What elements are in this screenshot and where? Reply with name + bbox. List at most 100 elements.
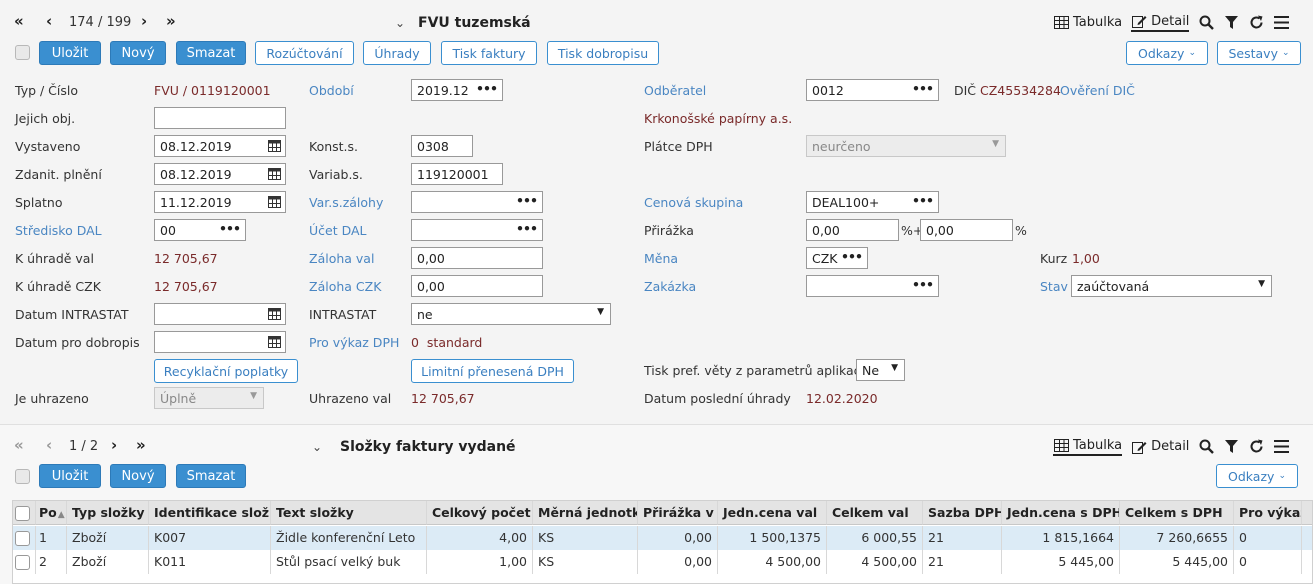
vystaveno-date-field[interactable]: 08.12.2019 [154, 135, 286, 157]
calendar-icon[interactable] [268, 167, 281, 183]
save-button[interactable]: Uložit [39, 41, 101, 65]
sub-next-button[interactable]: › [111, 438, 117, 453]
refresh-icon[interactable] [1248, 15, 1264, 31]
zakazka-field[interactable]: ••• [806, 275, 939, 297]
collapse-chevron-icon[interactable]: ⌄ [395, 16, 405, 30]
last-record-button[interactable]: » [166, 14, 176, 29]
zakazka-label[interactable]: Zakázka [644, 279, 696, 294]
tisk-dobropisu-button[interactable]: Tisk dobropisu [547, 41, 659, 65]
stredisko-field[interactable]: 00 ••• [154, 219, 246, 241]
pro-vykaz-label[interactable]: Pro výkaz DPH [309, 335, 399, 350]
recyklacni-poplatky-button[interactable]: Recyklační poplatky [154, 359, 298, 383]
prirazka-amount-input[interactable]: 0,00 [920, 219, 1013, 241]
sub-save-button[interactable]: Uložit [39, 464, 101, 488]
column-header-jedn-cena-dph[interactable]: Jedn.cena s DPH [1002, 501, 1120, 525]
view-table-tab[interactable]: Tabulka [1053, 15, 1122, 31]
table-row[interactable]: 1 Zboží K007 Židle konferenční Leto 4,00… [13, 526, 1312, 550]
more-icon[interactable]: ••• [219, 221, 241, 236]
var-zalohy-label[interactable]: Var.s.zálohy [309, 195, 383, 210]
more-icon[interactable]: ••• [516, 221, 538, 236]
prirazka-percent-input[interactable]: 0,00 [806, 219, 899, 241]
sub-collapse-chevron-icon[interactable]: ⌄ [312, 440, 322, 454]
search-icon[interactable] [1198, 439, 1214, 455]
column-header-sazba[interactable]: Sazba DPH [923, 501, 1002, 525]
ucet-dal-field[interactable]: ••• [411, 219, 543, 241]
calendar-icon[interactable] [268, 307, 281, 323]
limitni-dph-button[interactable]: Limitní přenesená DPH [411, 359, 574, 383]
previous-record-button[interactable]: ‹ [46, 14, 52, 29]
zaloha-czk-input[interactable]: 0,00 [411, 275, 543, 297]
column-header-celkem-dph[interactable]: Celkem s DPH [1120, 501, 1234, 525]
obdobi-field[interactable]: 2019.12 ••• [411, 79, 503, 101]
calendar-icon[interactable] [268, 335, 281, 351]
stav-label[interactable]: Stav [1040, 279, 1068, 294]
sub-first-button[interactable]: « [14, 438, 24, 453]
more-icon[interactable]: ••• [516, 193, 538, 208]
calendar-icon[interactable] [268, 139, 281, 155]
jejich-obj-input[interactable] [154, 107, 286, 129]
tisk-pref-select[interactable]: Ne ▼ [856, 359, 905, 381]
odberatel-label[interactable]: Odběratel [644, 83, 706, 98]
zdanit-date-field[interactable]: 08.12.2019 [154, 163, 286, 185]
variab-input[interactable]: 119120001 [411, 163, 503, 185]
ucet-dal-label[interactable]: Účet DAL [309, 223, 367, 238]
menu-icon[interactable] [1273, 439, 1289, 455]
column-header-text[interactable]: Text složky [271, 501, 427, 525]
refresh-icon[interactable] [1248, 439, 1264, 455]
cenova-skupina-label[interactable]: Cenová skupina [644, 195, 743, 210]
sub-view-table-tab[interactable]: Tabulka [1053, 437, 1123, 456]
column-header-pocet[interactable]: Celkový počet [427, 501, 533, 525]
zaloha-val-input[interactable]: 0,00 [411, 247, 543, 269]
column-header-jednotka[interactable]: Měrná jednotka [533, 501, 638, 525]
sub-previous-button[interactable]: ‹ [46, 438, 52, 453]
next-record-button[interactable]: › [141, 14, 147, 29]
column-header-typ[interactable]: Typ složky [67, 501, 149, 525]
first-record-button[interactable]: « [14, 14, 24, 29]
column-header-po[interactable]: Po▲ [36, 501, 67, 525]
odkazy-dropdown[interactable]: Odkazy ⌄ [1126, 41, 1208, 65]
uhrady-button[interactable]: Úhrady [363, 41, 431, 65]
obdobi-label[interactable]: Období [309, 83, 354, 98]
sub-view-detail-tab[interactable]: Detail [1131, 439, 1189, 455]
column-header-celkem-val[interactable]: Celkem val [827, 501, 923, 525]
sub-odkazy-dropdown[interactable]: Odkazy ⌄ [1216, 464, 1298, 488]
more-icon[interactable]: ••• [912, 277, 934, 292]
column-header-prirazka[interactable]: Přirážka v % [638, 501, 718, 525]
tisk-faktury-button[interactable]: Tisk faktury [441, 41, 537, 65]
row-checkbox[interactable] [15, 531, 30, 546]
sub-select-checkbox[interactable] [15, 469, 30, 484]
odberatel-field[interactable]: 0012 ••• [806, 79, 939, 101]
filter-icon[interactable] [1223, 439, 1239, 455]
more-icon[interactable]: ••• [912, 81, 934, 96]
datum-dobropis-field[interactable] [154, 331, 286, 353]
splatno-date-field[interactable]: 11.12.2019 [154, 191, 286, 213]
new-button[interactable]: Nový [110, 41, 166, 65]
datum-intrastat-field[interactable] [154, 303, 286, 325]
view-detail-tab[interactable]: Detail [1131, 13, 1190, 32]
more-icon[interactable]: ••• [912, 193, 934, 208]
zaloha-czk-label[interactable]: Záloha CZK [309, 279, 381, 294]
overeni-dic-link[interactable]: Ověření DIČ [1060, 83, 1135, 98]
sestavy-dropdown[interactable]: Sestavy ⌄ [1217, 41, 1301, 65]
search-icon[interactable] [1198, 15, 1214, 31]
column-header-jedn-cena[interactable]: Jedn.cena val [718, 501, 827, 525]
stav-select[interactable]: zaúčtovaná ▼ [1071, 275, 1272, 297]
more-icon[interactable]: ••• [476, 81, 498, 96]
column-header-pro-vykaz[interactable]: Pro výkaz [1234, 501, 1302, 525]
konst-input[interactable]: 0308 [411, 135, 473, 157]
var-zalohy-field[interactable]: ••• [411, 191, 543, 213]
cenova-skupina-field[interactable]: DEAL100+ ••• [806, 191, 939, 213]
stredisko-label[interactable]: Středisko DAL [15, 223, 102, 238]
sub-delete-button[interactable]: Smazat [176, 464, 246, 488]
intrastat-select[interactable]: ne ▼ [411, 303, 611, 325]
column-header-identifikace[interactable]: Identifikace složky [149, 501, 271, 525]
sub-last-button[interactable]: » [136, 438, 146, 453]
mena-field[interactable]: CZK ••• [806, 247, 868, 269]
calendar-icon[interactable] [268, 195, 281, 211]
more-icon[interactable]: ••• [841, 249, 863, 264]
zaloha-val-label[interactable]: Záloha val [309, 251, 374, 266]
select-all-checkbox[interactable] [15, 506, 30, 521]
filter-icon[interactable] [1223, 15, 1239, 31]
mena-label[interactable]: Měna [644, 251, 678, 266]
sub-new-button[interactable]: Nový [110, 464, 166, 488]
